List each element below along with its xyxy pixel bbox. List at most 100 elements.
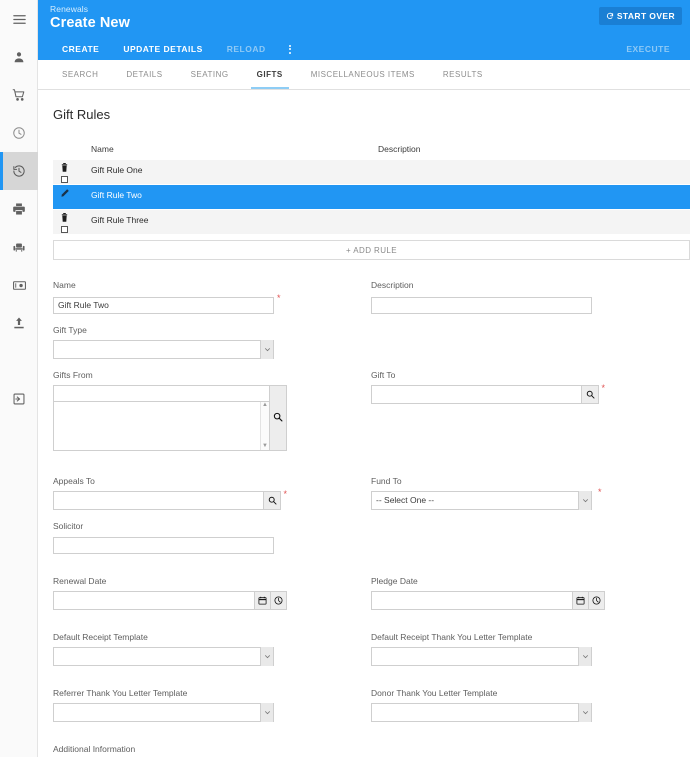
left-nav-rail (0, 0, 38, 757)
tab-search[interactable]: SEARCH (48, 60, 112, 89)
seat-icon-button[interactable] (0, 228, 38, 266)
person-icon-button[interactable] (0, 38, 38, 76)
gift-to-input[interactable] (371, 384, 583, 404)
menu-icon-button[interactable] (0, 0, 38, 38)
row-checkbox[interactable] (61, 176, 68, 183)
login-icon-button[interactable] (0, 380, 38, 418)
tab-bar: SEARCH DETAILS SEATING GIFTS MISCELLANEO… (38, 60, 690, 90)
start-over-button[interactable]: START OVER (598, 7, 682, 25)
scroll-down-icon[interactable]: ▼ (262, 443, 268, 450)
default-receipt-thank-you-select[interactable] (371, 647, 592, 666)
row-checkbox[interactable] (61, 226, 68, 233)
renewal-date-calendar-button[interactable] (255, 591, 271, 610)
label-name: Name (53, 280, 76, 290)
required-marker: * (277, 293, 281, 303)
gifts-from-input[interactable] (53, 384, 270, 402)
action-toolbar: CREATE UPDATE DETAILS RELOAD EXECUTE (38, 38, 690, 60)
gift-type-select[interactable] (53, 339, 274, 359)
gifts-from-search-button[interactable] (270, 384, 287, 451)
add-rule-button[interactable]: + ADD RULE (53, 240, 690, 260)
gift-to-search-button[interactable] (582, 384, 600, 404)
page-title: Create New (50, 15, 130, 31)
label-referrer-thank-you: Referrer Thank You Letter Template (53, 688, 188, 698)
printer-icon-button[interactable] (0, 190, 38, 228)
tab-seating[interactable]: SEATING (177, 60, 243, 89)
label-default-receipt-thank-you: Default Receipt Thank You Letter Templat… (371, 632, 533, 642)
label-fund-to: Fund To (371, 475, 402, 486)
create-button[interactable]: CREATE (50, 44, 111, 54)
upload-icon-button[interactable] (0, 304, 38, 342)
field-renewal-date: Renewal Date (53, 576, 371, 610)
main-pane: Renewals Create New START OVER CREATE UP… (38, 0, 690, 757)
description-input[interactable] (371, 296, 592, 314)
row-description (378, 185, 690, 190)
table-header-row: Name Description (53, 144, 690, 160)
tab-miscellaneous-items[interactable]: MISCELLANEOUS ITEMS (297, 60, 429, 89)
row-actions (53, 160, 91, 183)
label-gift-to: Gift To (371, 369, 396, 380)
solicitor-input[interactable] (53, 537, 274, 554)
label-pledge-date: Pledge Date (371, 576, 418, 586)
section-title: Gift Rules (53, 107, 111, 122)
app-root: Renewals Create New START OVER CREATE UP… (0, 0, 690, 757)
row-actions (53, 185, 91, 199)
label-description: Description (371, 280, 414, 290)
execute-button[interactable]: EXECUTE (614, 44, 682, 54)
appeals-to-search-button[interactable] (264, 490, 282, 510)
gift-rules-table: Name Description Gift Rule One Gift Rule… (53, 144, 690, 260)
label-default-receipt-template: Default Receipt Template (53, 632, 148, 642)
field-description: Description (371, 280, 689, 314)
tab-details[interactable]: DETAILS (112, 60, 176, 89)
field-gift-to: Gift To * (371, 370, 689, 404)
gifts-from-scrollbar[interactable]: ▲ ▼ (260, 401, 269, 450)
table-row[interactable]: Gift Rule Three (53, 210, 690, 235)
start-over-label: START OVER (616, 11, 675, 21)
clock-icon (274, 592, 283, 610)
overflow-menu-icon[interactable] (282, 44, 298, 54)
refresh-icon (606, 12, 614, 20)
pencil-icon[interactable] (61, 188, 70, 199)
field-solicitor: Solicitor (53, 520, 371, 554)
label-gifts-from: Gifts From (53, 369, 93, 380)
table-row[interactable]: Gift Rule Two (53, 185, 690, 210)
row-name: Gift Rule One (91, 165, 143, 175)
reload-button[interactable]: RELOAD (215, 44, 278, 54)
table-row[interactable]: Gift Rule One (53, 160, 690, 185)
page-header: Renewals Create New START OVER (38, 0, 690, 38)
scroll-up-icon[interactable]: ▲ (262, 402, 268, 409)
appeals-to-input[interactable] (53, 490, 265, 510)
chevron-down-icon (578, 703, 591, 722)
name-input[interactable] (53, 296, 274, 314)
pledge-date-time-button[interactable] (589, 591, 605, 610)
update-details-button[interactable]: UPDATE DETAILS (111, 44, 214, 54)
renewal-date-input[interactable] (53, 591, 255, 610)
label-additional-information: Additional Information (53, 744, 136, 754)
gifts-from-control: ▲ ▼ (53, 384, 287, 451)
search-icon (586, 390, 595, 399)
row-description (378, 210, 690, 215)
column-header-name: Name (91, 144, 114, 154)
donor-thank-you-select[interactable] (371, 703, 592, 722)
chevron-down-icon (260, 339, 273, 359)
required-marker: * (283, 488, 287, 499)
calendar-icon (258, 592, 267, 610)
fund-to-select[interactable]: -- Select One -- (371, 490, 592, 510)
trash-icon[interactable] (61, 213, 68, 224)
pledge-date-calendar-button[interactable] (573, 591, 589, 610)
default-receipt-template-select[interactable] (53, 647, 274, 666)
sidebar-item-history[interactable] (0, 152, 38, 190)
label-renewal-date: Renewal Date (53, 576, 107, 586)
cart-icon-button[interactable] (0, 76, 38, 114)
tab-gifts[interactable]: GIFTS (243, 60, 297, 89)
trash-icon[interactable] (61, 163, 68, 174)
money-icon-button[interactable] (0, 266, 38, 304)
renewal-date-time-button[interactable] (271, 591, 287, 610)
gifts-from-listbox[interactable]: ▲ ▼ (53, 401, 270, 451)
clock-icon-button[interactable] (0, 114, 38, 152)
referrer-thank-you-select[interactable] (53, 703, 274, 722)
tab-results[interactable]: RESULTS (429, 60, 497, 89)
row-name: Gift Rule Two (91, 190, 142, 200)
pledge-date-input[interactable] (371, 591, 573, 610)
gift-to-control: * (371, 383, 605, 404)
label-solicitor: Solicitor (53, 520, 84, 531)
